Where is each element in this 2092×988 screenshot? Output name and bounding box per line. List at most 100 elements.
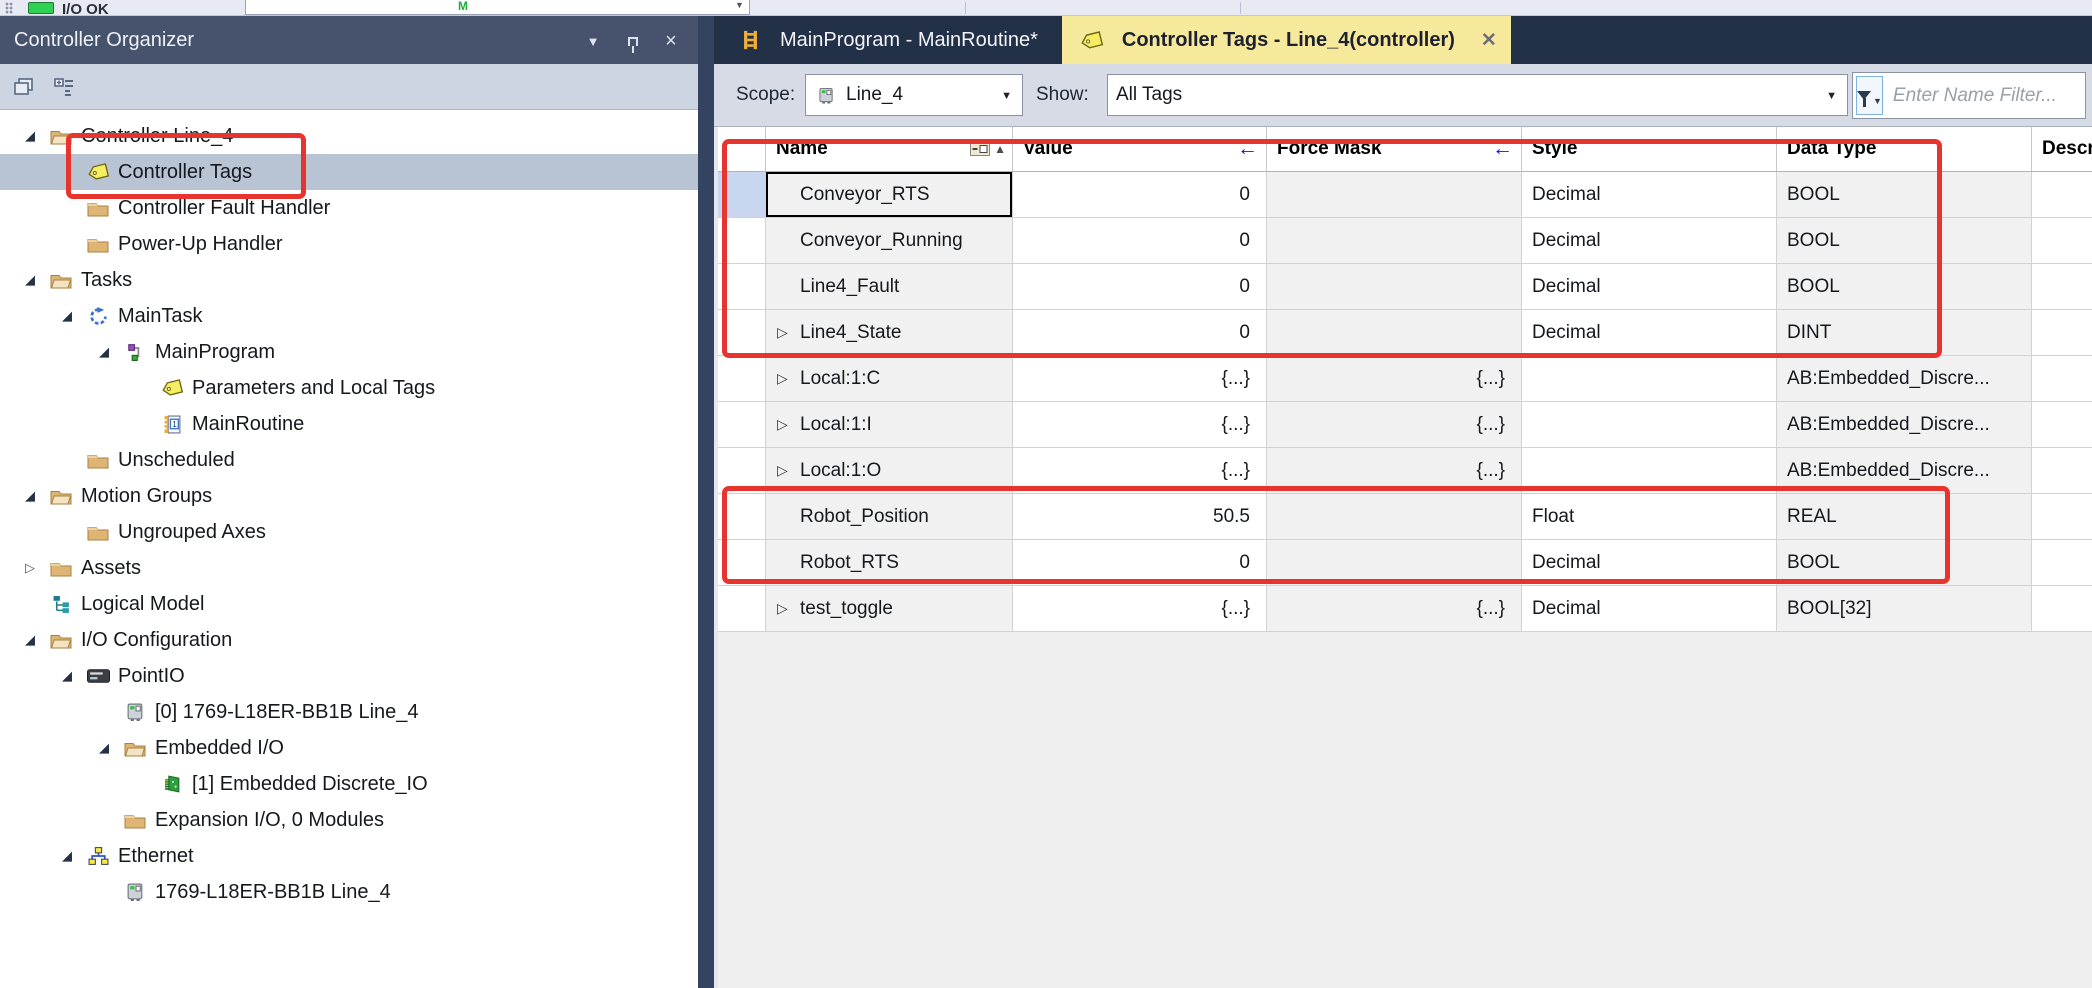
- tag-force-mask-cell[interactable]: {...}: [1267, 356, 1522, 402]
- tag-data-type-cell[interactable]: DINT: [1777, 310, 2032, 356]
- tree-expander-icon[interactable]: ◢: [99, 740, 123, 756]
- tag-value-cell[interactable]: {...}: [1013, 586, 1267, 632]
- tag-data-type-cell[interactable]: AB:Embedded_Discre...: [1777, 448, 2032, 494]
- tag-style-cell[interactable]: Decimal: [1522, 586, 1777, 632]
- tab-controller-tags[interactable]: Controller Tags - Line_4(controller) ✕: [1062, 16, 1511, 64]
- tag-value-cell[interactable]: {...}: [1013, 448, 1267, 494]
- tag-value-cell[interactable]: 0: [1013, 172, 1267, 218]
- tag-name-cell[interactable]: Robot_RTS: [766, 540, 1013, 586]
- show-dropdown[interactable]: All Tags ▼: [1107, 74, 1848, 116]
- tree-item-controller-fault-handler[interactable]: Controller Fault Handler: [0, 190, 698, 226]
- header-description[interactable]: Description: [2032, 127, 2092, 171]
- tag-name-cell[interactable]: ▷Line4_State: [766, 310, 1013, 356]
- tag-force-mask-cell[interactable]: [1267, 172, 1522, 218]
- tag-name-cell[interactable]: ▷Local:1:O: [766, 448, 1013, 494]
- tree-item-pointio[interactable]: ◢PointIO: [0, 658, 698, 694]
- close-tab-icon[interactable]: ✕: [1481, 29, 1497, 52]
- tag-value-cell[interactable]: 0: [1013, 540, 1267, 586]
- expand-tag-icon[interactable]: ▷: [777, 370, 788, 387]
- tag-style-cell[interactable]: Decimal: [1522, 540, 1777, 586]
- tag-style-cell[interactable]: Decimal: [1522, 218, 1777, 264]
- header-value[interactable]: Value ←: [1013, 127, 1267, 171]
- tree-expander-icon[interactable]: ◢: [62, 668, 86, 684]
- tag-description-cell[interactable]: [2032, 218, 2092, 264]
- tag-name-cell[interactable]: ▷Local:1:I: [766, 402, 1013, 448]
- tag-style-cell[interactable]: [1522, 402, 1777, 448]
- tree-expander-icon[interactable]: ◢: [25, 272, 49, 288]
- tree-item-mainprogram[interactable]: ◢MainProgram: [0, 334, 698, 370]
- tree-expander-icon[interactable]: ▷: [25, 560, 49, 576]
- row-selector-cell[interactable]: [718, 310, 766, 356]
- tree-item-controller-line-4[interactable]: ◢Controller Line_4: [0, 118, 698, 154]
- tag-name-cell[interactable]: Conveyor_RTS: [766, 172, 1013, 218]
- tag-description-cell[interactable]: [2032, 540, 2092, 586]
- tag-force-mask-cell[interactable]: [1267, 494, 1522, 540]
- tag-description-cell[interactable]: [2032, 586, 2092, 632]
- window-position-menu-icon[interactable]: ▼: [580, 28, 606, 54]
- tree-item-controller-tags[interactable]: Controller Tags: [0, 154, 698, 190]
- tree-item-assets[interactable]: ▷Assets: [0, 550, 698, 586]
- tag-style-cell[interactable]: Decimal: [1522, 310, 1777, 356]
- tag-force-mask-cell[interactable]: {...}: [1267, 586, 1522, 632]
- tag-name-cell[interactable]: Line4_Fault: [766, 264, 1013, 310]
- tag-value-cell[interactable]: {...}: [1013, 402, 1267, 448]
- tag-description-cell[interactable]: [2032, 448, 2092, 494]
- pin-icon[interactable]: [620, 28, 646, 54]
- tag-description-cell[interactable]: [2032, 356, 2092, 402]
- row-selector-cell[interactable]: [718, 540, 766, 586]
- tag-force-mask-cell[interactable]: [1267, 540, 1522, 586]
- tag-value-cell[interactable]: 0: [1013, 218, 1267, 264]
- header-force-mask[interactable]: Force Mask ←: [1267, 127, 1522, 171]
- tag-data-type-cell[interactable]: BOOL[32]: [1777, 586, 2032, 632]
- tree-item-maintask[interactable]: ◢MainTask: [0, 298, 698, 334]
- tree-item-i-o-configuration[interactable]: ◢I/O Configuration: [0, 622, 698, 658]
- path-combo-box[interactable]: M ▼: [245, 0, 750, 15]
- tag-data-type-cell[interactable]: AB:Embedded_Discre...: [1777, 402, 2032, 448]
- tree-item-expansion-i-o-0-modules[interactable]: Expansion I/O, 0 Modules: [0, 802, 698, 838]
- tree-expander-icon[interactable]: ◢: [25, 488, 49, 504]
- cascade-view-icon[interactable]: [10, 73, 38, 101]
- panel-splitter[interactable]: [698, 16, 714, 988]
- expand-tag-icon[interactable]: ▷: [777, 462, 788, 479]
- close-icon[interactable]: ×: [658, 28, 684, 54]
- row-selector-cell[interactable]: [718, 494, 766, 540]
- tag-value-cell[interactable]: 0: [1013, 264, 1267, 310]
- tag-value-cell[interactable]: 50.5: [1013, 494, 1267, 540]
- tag-style-cell[interactable]: [1522, 448, 1777, 494]
- header-data-type[interactable]: Data Type: [1777, 127, 2032, 171]
- tree-item-0-1769-l18er-bb1b-line-4[interactable]: [0] 1769-L18ER-BB1B Line_4: [0, 694, 698, 730]
- header-name[interactable]: Name ▲: [766, 127, 1013, 171]
- chevron-down-icon[interactable]: ▼: [735, 0, 744, 10]
- tag-data-type-cell[interactable]: BOOL: [1777, 540, 2032, 586]
- name-display-options-button[interactable]: [970, 142, 990, 156]
- expand-tag-icon[interactable]: ▷: [777, 600, 788, 617]
- row-selector-cell[interactable]: [718, 402, 766, 448]
- tag-data-type-cell[interactable]: BOOL: [1777, 264, 2032, 310]
- tag-name-cell[interactable]: ▷test_toggle: [766, 586, 1013, 632]
- tree-item-1-embedded-discrete-io[interactable]: [1] Embedded Discrete_IO: [0, 766, 698, 802]
- tag-description-cell[interactable]: [2032, 264, 2092, 310]
- tag-force-mask-cell[interactable]: {...}: [1267, 448, 1522, 494]
- tag-data-type-cell[interactable]: REAL: [1777, 494, 2032, 540]
- tag-style-cell[interactable]: Decimal: [1522, 264, 1777, 310]
- tag-data-type-cell[interactable]: BOOL: [1777, 172, 2032, 218]
- tree-item-logical-model[interactable]: Logical Model: [0, 586, 698, 622]
- tree-expander-icon[interactable]: ◢: [25, 632, 49, 648]
- expand-tag-icon[interactable]: ▷: [777, 324, 788, 341]
- tag-style-cell[interactable]: Float: [1522, 494, 1777, 540]
- name-filter-input[interactable]: [1883, 73, 2092, 118]
- expand-tag-icon[interactable]: ▷: [777, 416, 788, 433]
- tag-description-cell[interactable]: [2032, 310, 2092, 356]
- tree-expander-icon[interactable]: ◢: [62, 848, 86, 864]
- tree-item-parameters-and-local-tags[interactable]: Parameters and Local Tags: [0, 370, 698, 406]
- tag-name-cell[interactable]: Robot_Position: [766, 494, 1013, 540]
- tree-item-tasks[interactable]: ◢Tasks: [0, 262, 698, 298]
- tree-expander-icon[interactable]: ◢: [62, 308, 86, 324]
- row-selector-cell[interactable]: [718, 586, 766, 632]
- tag-description-cell[interactable]: [2032, 494, 2092, 540]
- scope-dropdown[interactable]: Line_4 ▼: [805, 74, 1023, 116]
- filter-funnel-button[interactable]: ▼: [1856, 76, 1883, 115]
- tree-item-power-up-handler[interactable]: Power-Up Handler: [0, 226, 698, 262]
- row-selector-cell[interactable]: [718, 264, 766, 310]
- tag-description-cell[interactable]: [2032, 402, 2092, 448]
